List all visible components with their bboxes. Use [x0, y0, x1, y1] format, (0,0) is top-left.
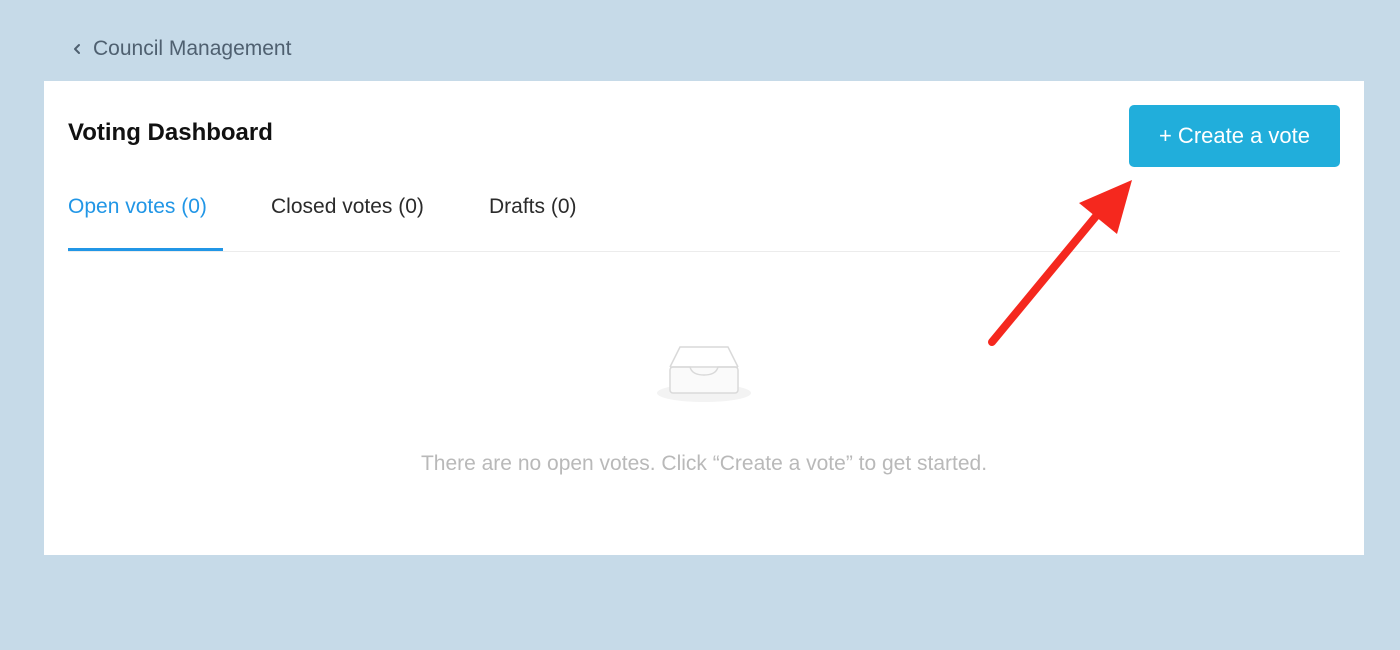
tab-closed-votes[interactable]: Closed votes (0) [271, 195, 424, 251]
page-title: Voting Dashboard [68, 119, 273, 146]
empty-inbox-icon [657, 346, 751, 402]
tab-bar: Open votes (0) Closed votes (0) Drafts (… [68, 181, 1340, 252]
breadcrumb-back-link[interactable]: Council Management [70, 34, 291, 64]
empty-state-message: There are no open votes. Click “Create a… [420, 452, 988, 475]
tab-open-votes[interactable]: Open votes (0) [68, 195, 223, 251]
chevron-left-icon [74, 44, 80, 54]
voting-dashboard-card: Voting Dashboard + Create a vote Open vo… [44, 81, 1364, 555]
page: Council Management Voting Dashboard + Cr… [0, 0, 1400, 650]
tab-drafts[interactable]: Drafts (0) [489, 195, 577, 251]
create-vote-button[interactable]: + Create a vote [1129, 105, 1340, 167]
breadcrumb-label: Council Management [93, 37, 292, 60]
